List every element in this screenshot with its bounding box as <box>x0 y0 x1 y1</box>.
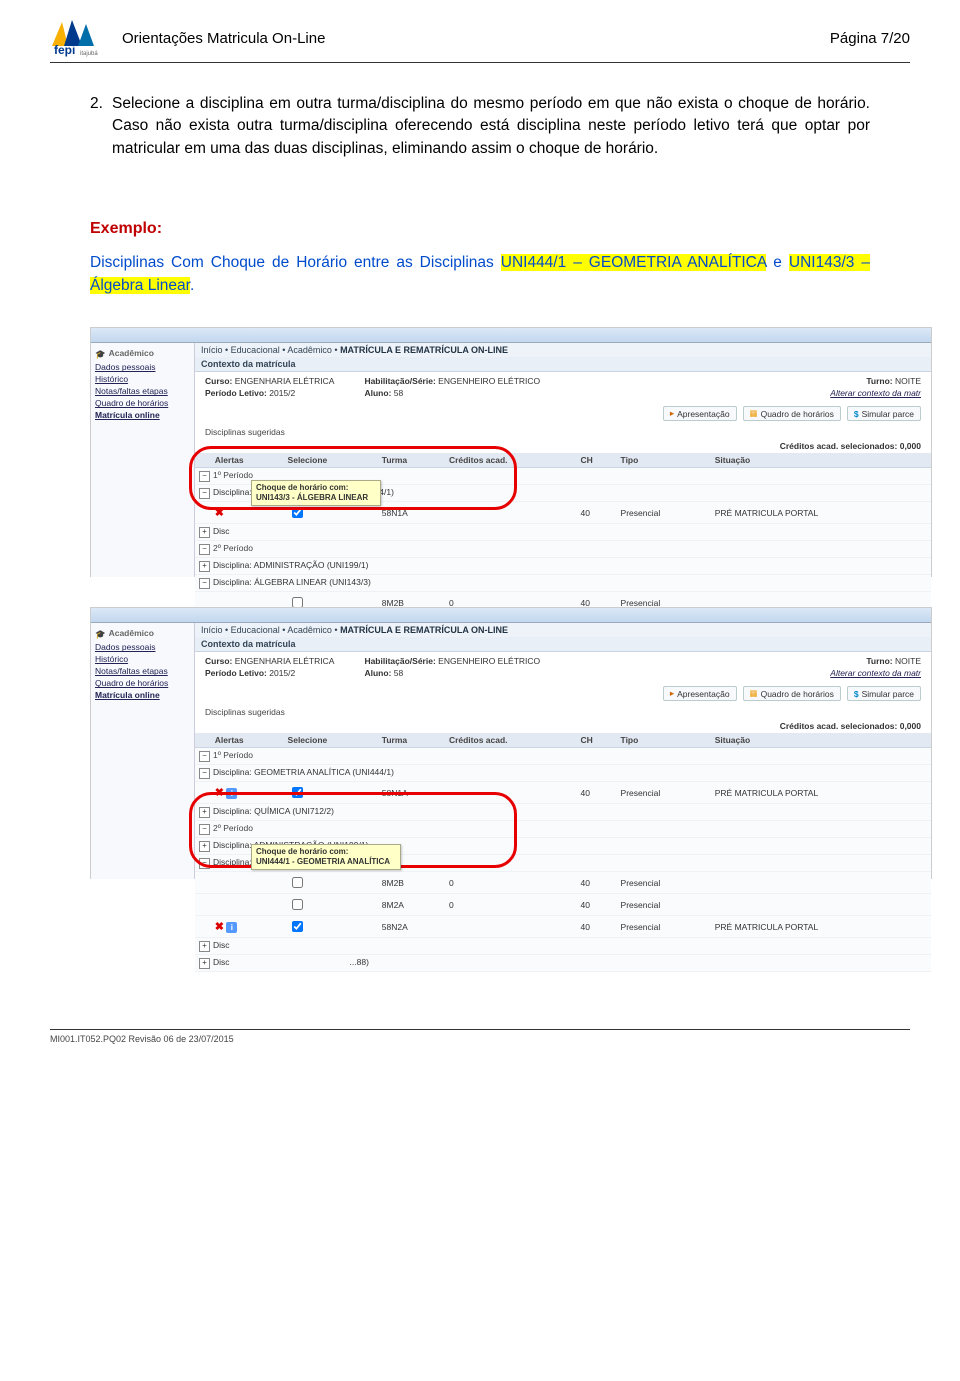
svg-text:fepi: fepi <box>54 43 75 57</box>
tooltip-choque: Choque de horário com:UNI143/3 - ÁLGEBRA… <box>251 480 381 505</box>
instruction-item: 2. Selecione a disciplina em outra turma… <box>90 93 870 160</box>
alter-context-link[interactable]: Alterar contexto da matr <box>830 668 921 678</box>
expand-icon[interactable]: − <box>199 751 210 762</box>
quadro-horarios-button[interactable]: ▦Quadro de horários <box>743 686 841 701</box>
item-text: Selecione a disciplina em outra turma/di… <box>112 93 870 160</box>
alert-icon: ✖ <box>215 507 224 519</box>
sidebar-item[interactable]: Dados pessoais <box>95 641 190 653</box>
expand-icon[interactable]: + <box>199 941 210 952</box>
expand-icon[interactable]: − <box>199 471 210 482</box>
info-icon[interactable]: i <box>226 788 237 799</box>
expand-icon[interactable]: + <box>199 958 210 969</box>
alter-context-link[interactable]: Alterar contexto da matr <box>830 388 921 398</box>
highlight-geometria: UNI444/1 – GEOMETRIA ANALÍTICA <box>501 254 767 271</box>
expand-icon[interactable]: − <box>199 488 210 499</box>
apresentacao-button[interactable]: ▸Apresentação <box>663 686 737 701</box>
sidebar-item[interactable]: Quadro de horários <box>95 397 190 409</box>
expand-icon[interactable]: + <box>199 527 210 538</box>
sidebar-item[interactable]: Dados pessoais <box>95 361 190 373</box>
select-checkbox[interactable] <box>292 877 303 888</box>
sidebar-item[interactable]: Quadro de horários <box>95 677 190 689</box>
alert-icon: ✖ <box>215 787 224 799</box>
exemplo-description: Disciplinas Com Choque de Horário entre … <box>90 252 870 297</box>
sidebar-item[interactable]: Notas/faltas etapas <box>95 385 190 397</box>
apresentacao-button[interactable]: ▸Apresentação <box>663 406 737 421</box>
info-icon[interactable]: i <box>226 922 237 933</box>
context-bar: Contexto da matrícula <box>195 637 931 652</box>
alert-icon: ✖ <box>215 921 224 933</box>
expand-icon[interactable]: − <box>199 824 210 835</box>
sidebar-item[interactable]: Histórico <box>95 373 190 385</box>
simular-button[interactable]: $Simular parce <box>847 406 921 421</box>
fepi-logo: fepi itajubá <box>50 18 112 58</box>
header-rule <box>50 62 910 63</box>
select-checkbox[interactable] <box>292 921 303 932</box>
item-number: 2. <box>90 93 112 160</box>
tooltip-choque: Choque de horário com:UNI444/1 - GEOMETR… <box>251 844 401 869</box>
sidebar-item[interactable]: Notas/faltas etapas <box>95 665 190 677</box>
breadcrumb: Início • Educacional • Acadêmico • MATRÍ… <box>195 343 931 357</box>
exemplo-heading: Exemplo: <box>90 220 870 238</box>
select-checkbox[interactable] <box>292 507 303 518</box>
expand-icon[interactable]: + <box>199 561 210 572</box>
sidebar-item[interactable]: Matrícula online <box>95 409 190 421</box>
expand-icon[interactable]: − <box>199 768 210 779</box>
quadro-horarios-button[interactable]: ▦Quadro de horários <box>743 406 841 421</box>
svg-text:itajubá: itajubá <box>80 51 98 57</box>
expand-icon[interactable]: − <box>199 578 210 589</box>
select-checkbox[interactable] <box>292 787 303 798</box>
page-header: fepi itajubá Orientações Matricula On-Li… <box>50 18 910 58</box>
header-title: Orientações Matricula On-Line <box>122 30 325 47</box>
breadcrumb: Início • Educacional • Acadêmico • MATRÍ… <box>195 623 931 637</box>
screenshot-1: 🎓Acadêmico Dados pessoais Histórico Nota… <box>90 327 932 577</box>
context-bar: Contexto da matrícula <box>195 357 931 372</box>
expand-icon[interactable]: + <box>199 807 210 818</box>
simular-button[interactable]: $Simular parce <box>847 686 921 701</box>
sidebar-item[interactable]: Matrícula online <box>95 689 190 701</box>
sidebar-item[interactable]: Histórico <box>95 653 190 665</box>
page-footer: MI001.IT052.PQ02 Revisão 06 de 23/07/201… <box>50 1029 910 1044</box>
page-number: Página 7/20 <box>830 30 910 47</box>
expand-icon[interactable]: − <box>199 544 210 555</box>
expand-icon[interactable]: + <box>199 841 210 852</box>
screenshot-2: 🎓Acadêmico Dados pessoais Histórico Nota… <box>90 607 932 879</box>
expand-icon[interactable]: − <box>199 858 210 869</box>
select-checkbox[interactable] <box>292 899 303 910</box>
